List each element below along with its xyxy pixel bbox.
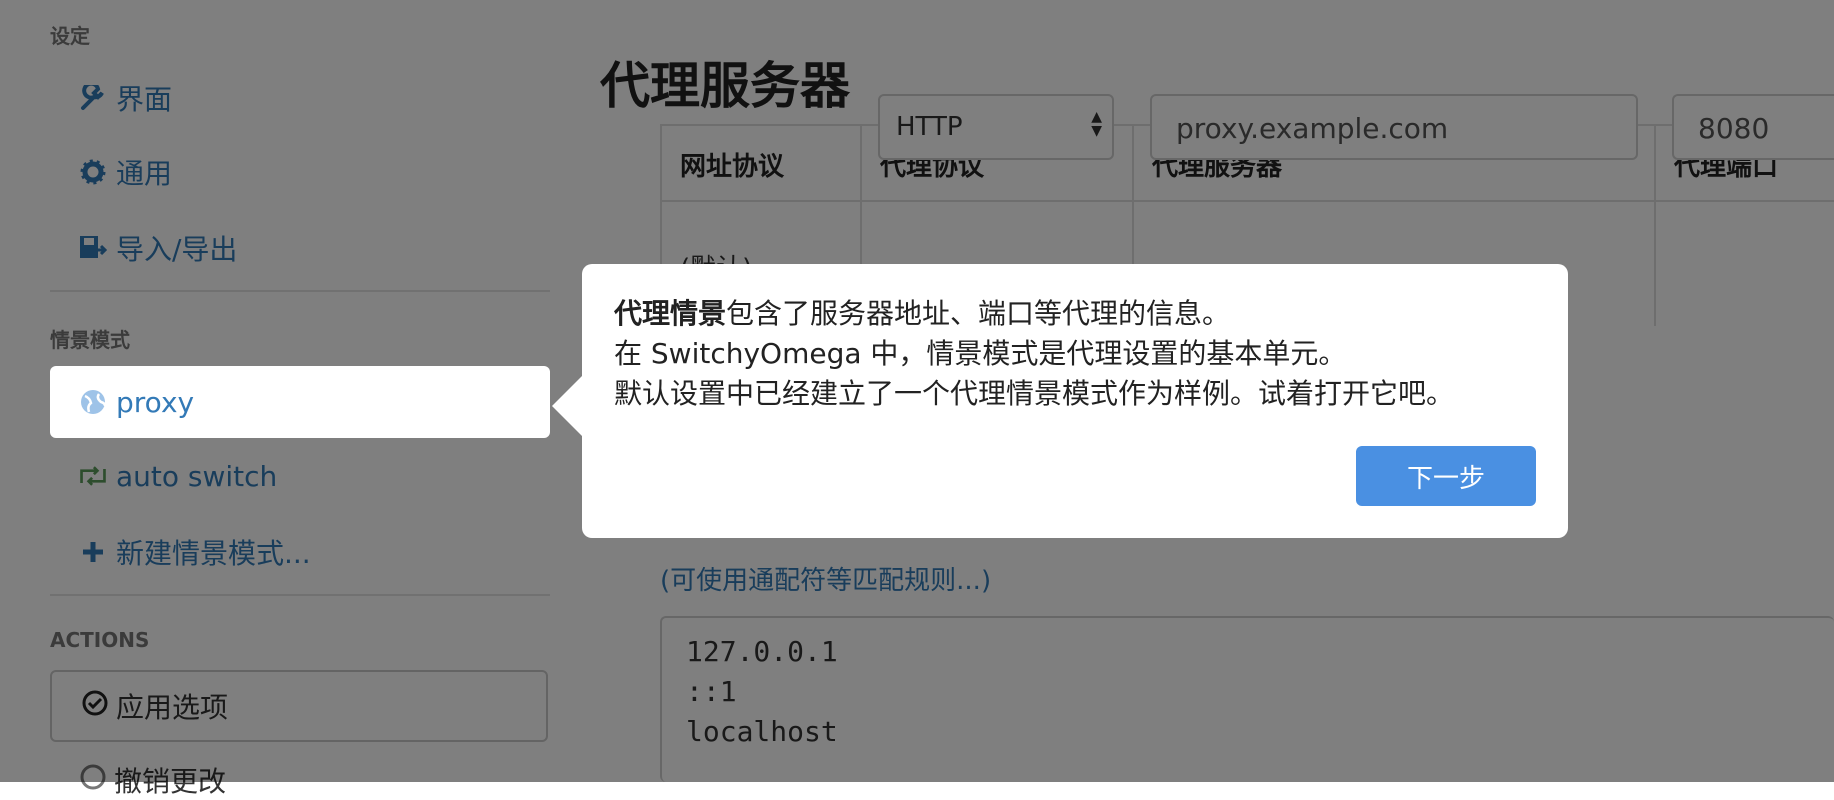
popover-arrow [552,376,582,436]
sidebar-item-proxy[interactable]: proxy [50,366,550,438]
sidebar-item-proxy-content: proxy [78,380,194,424]
popover-line-1: 代理情景包含了服务器地址、端口等代理的信息。 [614,294,1536,334]
next-step-button[interactable]: 下一步 [1356,446,1536,506]
popover-line-3: 默认设置中已经建立了一个代理情景模式作为样例。试着打开它吧。 [614,377,1455,410]
popover-line-1-rest: 包含了服务器地址、端口等代理的信息。 [726,297,1231,330]
sidebar-item-label: proxy [116,385,195,419]
tutorial-popover: 代理情景包含了服务器地址、端口等代理的信息。 在 SwitchyOmega 中，… [552,264,1568,538]
globe-icon [78,388,108,416]
popover-line-2: 在 SwitchyOmega 中，情景模式是代理设置的基本单元。 [614,337,1347,370]
popover-bold-term: 代理情景 [614,297,727,330]
